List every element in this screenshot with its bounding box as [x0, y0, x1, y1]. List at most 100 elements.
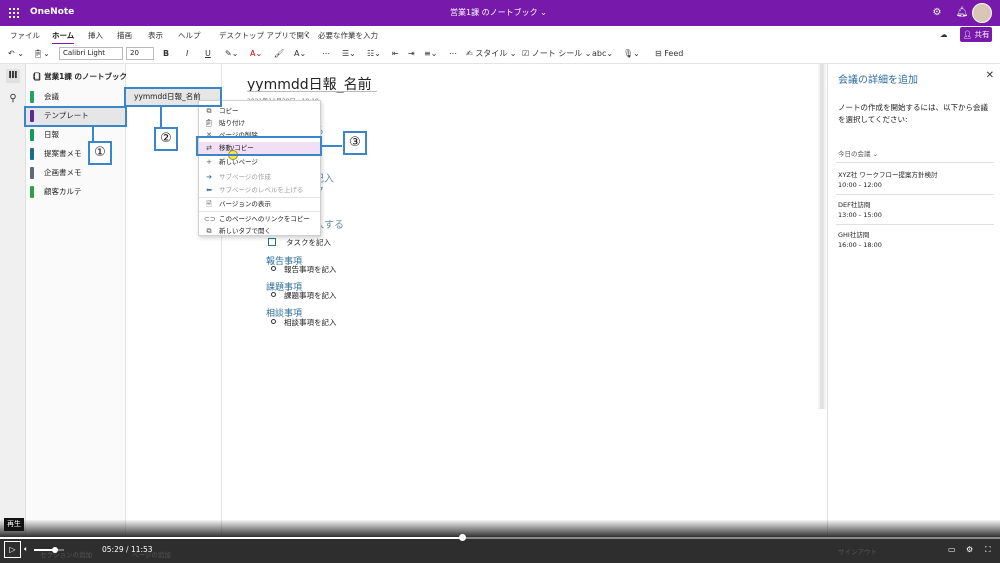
section-item[interactable]: 会議 — [26, 88, 126, 106]
divider — [836, 162, 994, 163]
meeting-item[interactable]: XYZ社 ワークフロー提案方針検討 10:00 - 12:00 — [838, 170, 937, 190]
settings-icon[interactable]: ⚙ — [966, 545, 973, 554]
volume-slider[interactable] — [34, 547, 64, 553]
section-label: 企画書メモ — [44, 168, 82, 177]
tab-home[interactable]: ホーム — [52, 30, 75, 45]
italic-button[interactable]: I — [186, 48, 188, 60]
title-bar: OneNote 営業1課 のノートブック ⌄ ⚙ 🔔︎ — [0, 0, 1000, 26]
meeting-name: XYZ社 ワークフロー提案方針検討 — [838, 171, 938, 179]
font-size-select[interactable]: 20 — [126, 47, 154, 60]
task-item[interactable]: タスクを記入 — [286, 237, 331, 248]
scrollbar-thumb[interactable] — [820, 64, 824, 409]
arrow-right-icon: ➔ — [206, 173, 212, 181]
clear-format-icon[interactable]: A⌄ — [294, 48, 306, 60]
meeting-pane-title: 会議の詳細を追加 — [838, 75, 918, 86]
tab-insert[interactable]: 挿入 — [88, 30, 103, 41]
tell-me-input[interactable]: 必要な作業を入力 — [318, 30, 378, 41]
today-meetings-dropdown[interactable]: 今日の会議 ⌄ — [838, 148, 878, 158]
bold-button[interactable]: B — [163, 48, 169, 60]
meeting-details-pane: 会議の詳細を追加 ✕ ノートの作成を開始するには、以下から会議を選択してください… — [827, 64, 1000, 537]
notebook-selector[interactable]: 📒︎ 営業1課 のノートブック ⌄ — [32, 71, 136, 82]
tab-help[interactable]: ヘルプ — [178, 30, 201, 41]
section-label: 提案書メモ — [44, 149, 82, 158]
clipboard-icon[interactable]: 📋︎⌄ — [33, 48, 50, 60]
current-time: 05:29 — [102, 545, 124, 554]
paste-icon: 📋︎ — [204, 119, 214, 127]
context-menu-item[interactable]: + 新しいページ — [199, 156, 320, 168]
meeting-item[interactable]: GHI社訪問 16:00 - 18:00 — [838, 230, 882, 250]
progress-fill — [0, 537, 462, 539]
styles-dropdown[interactable]: ✍︎ スタイル ⌄ — [466, 48, 517, 60]
indent-icon[interactable]: ⇥ — [408, 48, 415, 60]
format-painter-icon[interactable]: 🖌︎ — [274, 48, 284, 60]
search-icon[interactable]: ⚲ — [6, 92, 20, 106]
canvas-scrollbar[interactable] — [818, 64, 826, 409]
fullscreen-icon[interactable]: ⛶ — [985, 545, 991, 555]
issue-item[interactable]: 課題事項を記入 — [284, 290, 337, 301]
callout-number-1: ① — [88, 141, 112, 165]
note-tags-dropdown[interactable]: ☑ ノート シール ⌄ — [522, 48, 592, 60]
link-icon: ⊂⊃ — [204, 215, 216, 223]
more-icon[interactable]: ⋯ — [322, 48, 330, 60]
microphone-icon[interactable]: 🎙︎⌄ — [623, 48, 640, 60]
callout-number-2: ② — [154, 127, 178, 151]
volume-icon[interactable]: 🔈︎ — [24, 545, 28, 554]
gear-icon[interactable]: ⚙ — [929, 5, 945, 21]
volume-knob[interactable] — [52, 547, 58, 553]
tab-draw[interactable]: 描画 — [117, 30, 132, 41]
ink-icon[interactable]: ☁ — [940, 30, 948, 39]
numbered-list-icon[interactable]: ☷⌄ — [367, 48, 381, 60]
outdent-icon[interactable]: ⇤ — [392, 48, 399, 60]
consult-item[interactable]: 相談事項を記入 — [284, 317, 337, 328]
context-menu-item[interactable]: ⧉ 新しいタブで開く — [199, 225, 320, 237]
section-item[interactable]: 顧客カルテ — [26, 183, 126, 201]
app-name[interactable]: OneNote — [30, 7, 74, 17]
font-color-icon[interactable]: A⌄ — [250, 48, 262, 60]
lightbulb-icon: 💡︎ — [304, 30, 310, 39]
highlighter-icon[interactable]: ✎⌄ — [225, 48, 238, 60]
duration: 11:53 — [130, 545, 153, 554]
undo-icon[interactable]: ↶ ⌄ — [8, 48, 24, 60]
font-name-select[interactable]: Calibri Light — [59, 47, 123, 60]
bell-icon[interactable]: 🔔︎ — [954, 5, 970, 21]
versions-icon: 🗎 — [206, 200, 212, 208]
notebook-title-dropdown[interactable]: 営業1課 のノートブック ⌄ — [450, 7, 547, 18]
section-color-tab — [30, 186, 34, 198]
close-icon[interactable]: ✕ — [986, 70, 994, 81]
sign-out-text: サインアウト — [838, 548, 877, 556]
play-button[interactable]: ▷ — [4, 541, 21, 558]
captions-icon[interactable]: ▭ — [948, 545, 956, 554]
context-menu-item[interactable]: 🗎 バージョンの表示 — [199, 198, 320, 210]
context-menu-item[interactable]: 📋︎ 貼り付け — [199, 117, 320, 129]
note-tags-label: ノート シール — [531, 49, 583, 58]
meeting-item[interactable]: DEF社訪問 13:00 - 15:00 — [838, 200, 882, 220]
play-tooltip: 再生 — [4, 518, 24, 531]
callout-connector-2 — [160, 107, 162, 127]
bullet — [271, 319, 276, 324]
bullet-list-icon[interactable]: ☰⌄ — [342, 48, 356, 60]
notebooks-icon[interactable]: Ⅲ — [6, 69, 20, 83]
feed-button[interactable]: ⊟ Feed — [655, 48, 683, 60]
more-icon-2[interactable]: ⋯ — [449, 48, 457, 60]
share-icon: 👤︎ — [962, 30, 973, 39]
tab-view[interactable]: 表示 — [148, 30, 163, 41]
report-item[interactable]: 報告事項を記入 — [284, 264, 337, 275]
meeting-name: DEF社訪問 — [838, 201, 871, 209]
app-launcher-icon[interactable] — [9, 8, 19, 18]
context-menu-label: 新しいタブで開く — [219, 227, 271, 235]
avatar[interactable] — [972, 3, 992, 23]
notebook-label: 営業1課 のノートブック — [44, 72, 127, 81]
task-checkbox[interactable] — [268, 238, 276, 246]
share-button[interactable]: 👤︎ 共有 — [960, 27, 992, 42]
spelling-icon[interactable]: abc⌄ — [592, 48, 613, 60]
callout-number-3: ③ — [343, 131, 367, 155]
progress-knob[interactable] — [458, 534, 466, 541]
context-menu-item[interactable]: ⊂⊃ このページへのリンクをコピー — [199, 213, 320, 225]
open-desktop-app-link[interactable]: デスクトップ アプリで開く — [219, 30, 311, 41]
context-menu-label: 新しいページ — [219, 158, 258, 166]
section-item[interactable]: 企画書メモ — [26, 164, 126, 182]
tab-file[interactable]: ファイル — [10, 30, 40, 41]
underline-button[interactable]: U — [205, 48, 211, 60]
video-progress-bar[interactable] — [0, 534, 1000, 541]
align-icon[interactable]: ≡⌄ — [424, 48, 437, 60]
